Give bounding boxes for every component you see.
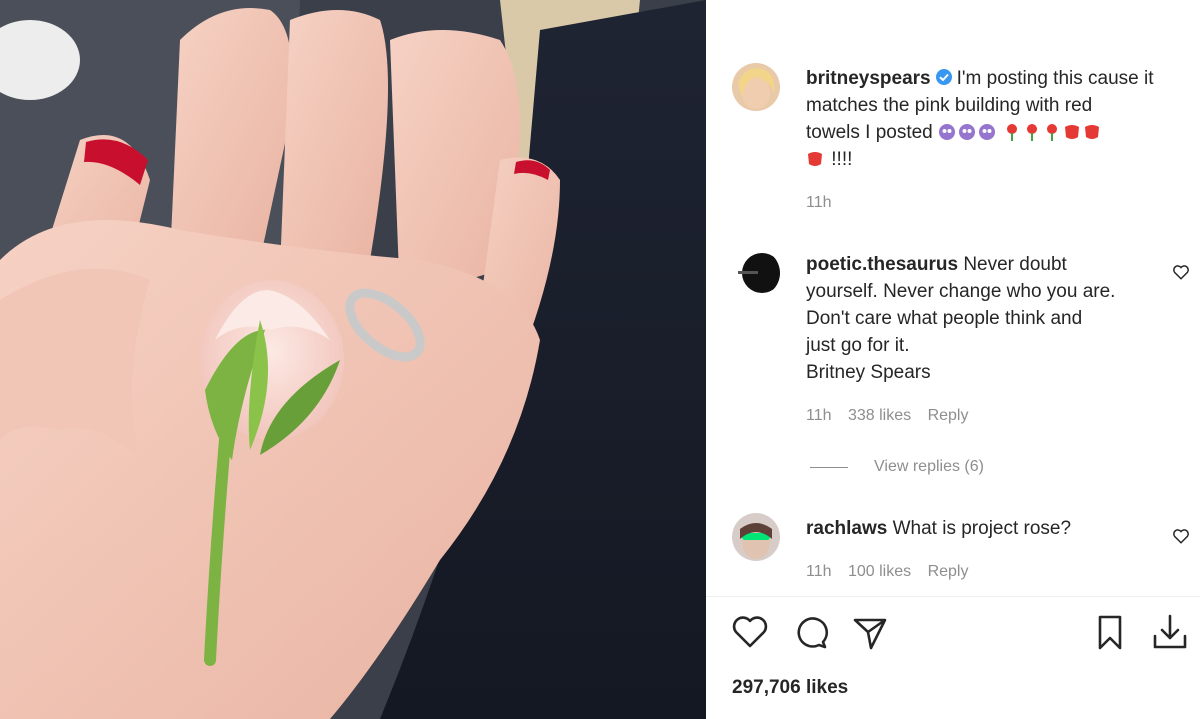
red-shape-emoji-icon — [1065, 125, 1080, 139]
comment-line: What is project rose? — [892, 518, 1072, 539]
caption-avatar[interactable] — [732, 63, 780, 111]
caption-username[interactable]: britneyspears — [806, 68, 931, 89]
comment-text: rachlaws What is project rose? — [806, 515, 1071, 542]
zombie-emoji-icon — [959, 124, 976, 140]
rose-emoji-icon — [1047, 124, 1058, 141]
comment-button[interactable] — [790, 612, 830, 652]
verified-badge-icon — [935, 69, 952, 85]
divider-line — [810, 466, 848, 468]
view-replies-button[interactable]: View replies (6) — [810, 458, 984, 476]
comment-time[interactable]: 11h — [806, 407, 832, 424]
caption-text: britneyspears I'm posting this cause it m… — [806, 65, 1154, 173]
rose-emoji-icon — [1027, 124, 1038, 141]
caption-line-2: matches the pink building with red — [806, 95, 1093, 116]
like-comment-heart-icon[interactable] — [1172, 527, 1190, 545]
comment-line: Never doubt — [963, 254, 1067, 275]
download-icon — [1153, 614, 1187, 649]
rose-emoji-icon — [1007, 124, 1018, 141]
avatar-image — [732, 249, 780, 297]
like-comment-heart-icon[interactable] — [1172, 263, 1190, 281]
share-icon — [853, 618, 887, 650]
comment-avatar[interactable] — [732, 249, 780, 297]
comment-avatar[interactable] — [732, 513, 780, 561]
comment-username[interactable]: poetic.thesaurus — [806, 254, 958, 275]
like-button[interactable] — [730, 612, 770, 652]
comment-line: Don't care what people think and — [806, 308, 1083, 329]
emoji-group — [938, 122, 1103, 143]
comment-line: Britney Spears — [806, 362, 931, 383]
zombie-emoji-icon — [979, 124, 996, 140]
comment-icon — [797, 617, 828, 649]
caption-line-3: towels I posted — [806, 122, 933, 143]
caption-time[interactable]: 11h — [806, 194, 832, 211]
comments-panel: britneyspears I'm posting this cause it m… — [706, 0, 1200, 719]
save-button[interactable] — [1090, 612, 1130, 652]
comment-username[interactable]: rachlaws — [806, 518, 887, 539]
likes-count[interactable]: 297,706 likes — [732, 677, 848, 699]
comment-likes[interactable]: 100 likes — [848, 563, 911, 580]
comment-meta: 11h 338 likes Reply — [806, 407, 980, 425]
comment-line: just go for it. — [806, 335, 910, 356]
caption-line-4: !!!! — [831, 149, 853, 170]
red-shape-emoji-icon — [1085, 125, 1100, 139]
download-button[interactable] — [1150, 612, 1190, 652]
avatar-image — [732, 63, 780, 111]
section-divider — [706, 596, 1200, 597]
caption-line-1: I'm posting this cause it — [956, 68, 1154, 89]
comment-time[interactable]: 11h — [806, 563, 832, 580]
comment-text: poetic.thesaurus Never doubt yourself. N… — [806, 251, 1115, 386]
avatar-image — [732, 513, 780, 561]
view-replies-label: View replies (6) — [874, 458, 984, 475]
reply-button[interactable]: Reply — [928, 563, 969, 580]
post-actions — [730, 612, 1190, 652]
caption-meta: 11h — [806, 194, 844, 212]
comment-line: yourself. Never change who you are. — [806, 281, 1116, 302]
share-button[interactable] — [850, 612, 890, 652]
post-photo[interactable] — [0, 0, 706, 719]
zombie-emoji-icon — [939, 124, 956, 140]
red-shape-emoji-icon — [808, 152, 822, 166]
heart-icon — [732, 616, 768, 648]
hand-rose-photo — [0, 0, 706, 719]
comment-meta: 11h 100 likes Reply — [806, 563, 980, 581]
bookmark-icon — [1098, 615, 1122, 650]
comment-likes[interactable]: 338 likes — [848, 407, 911, 424]
reply-button[interactable]: Reply — [928, 407, 969, 424]
